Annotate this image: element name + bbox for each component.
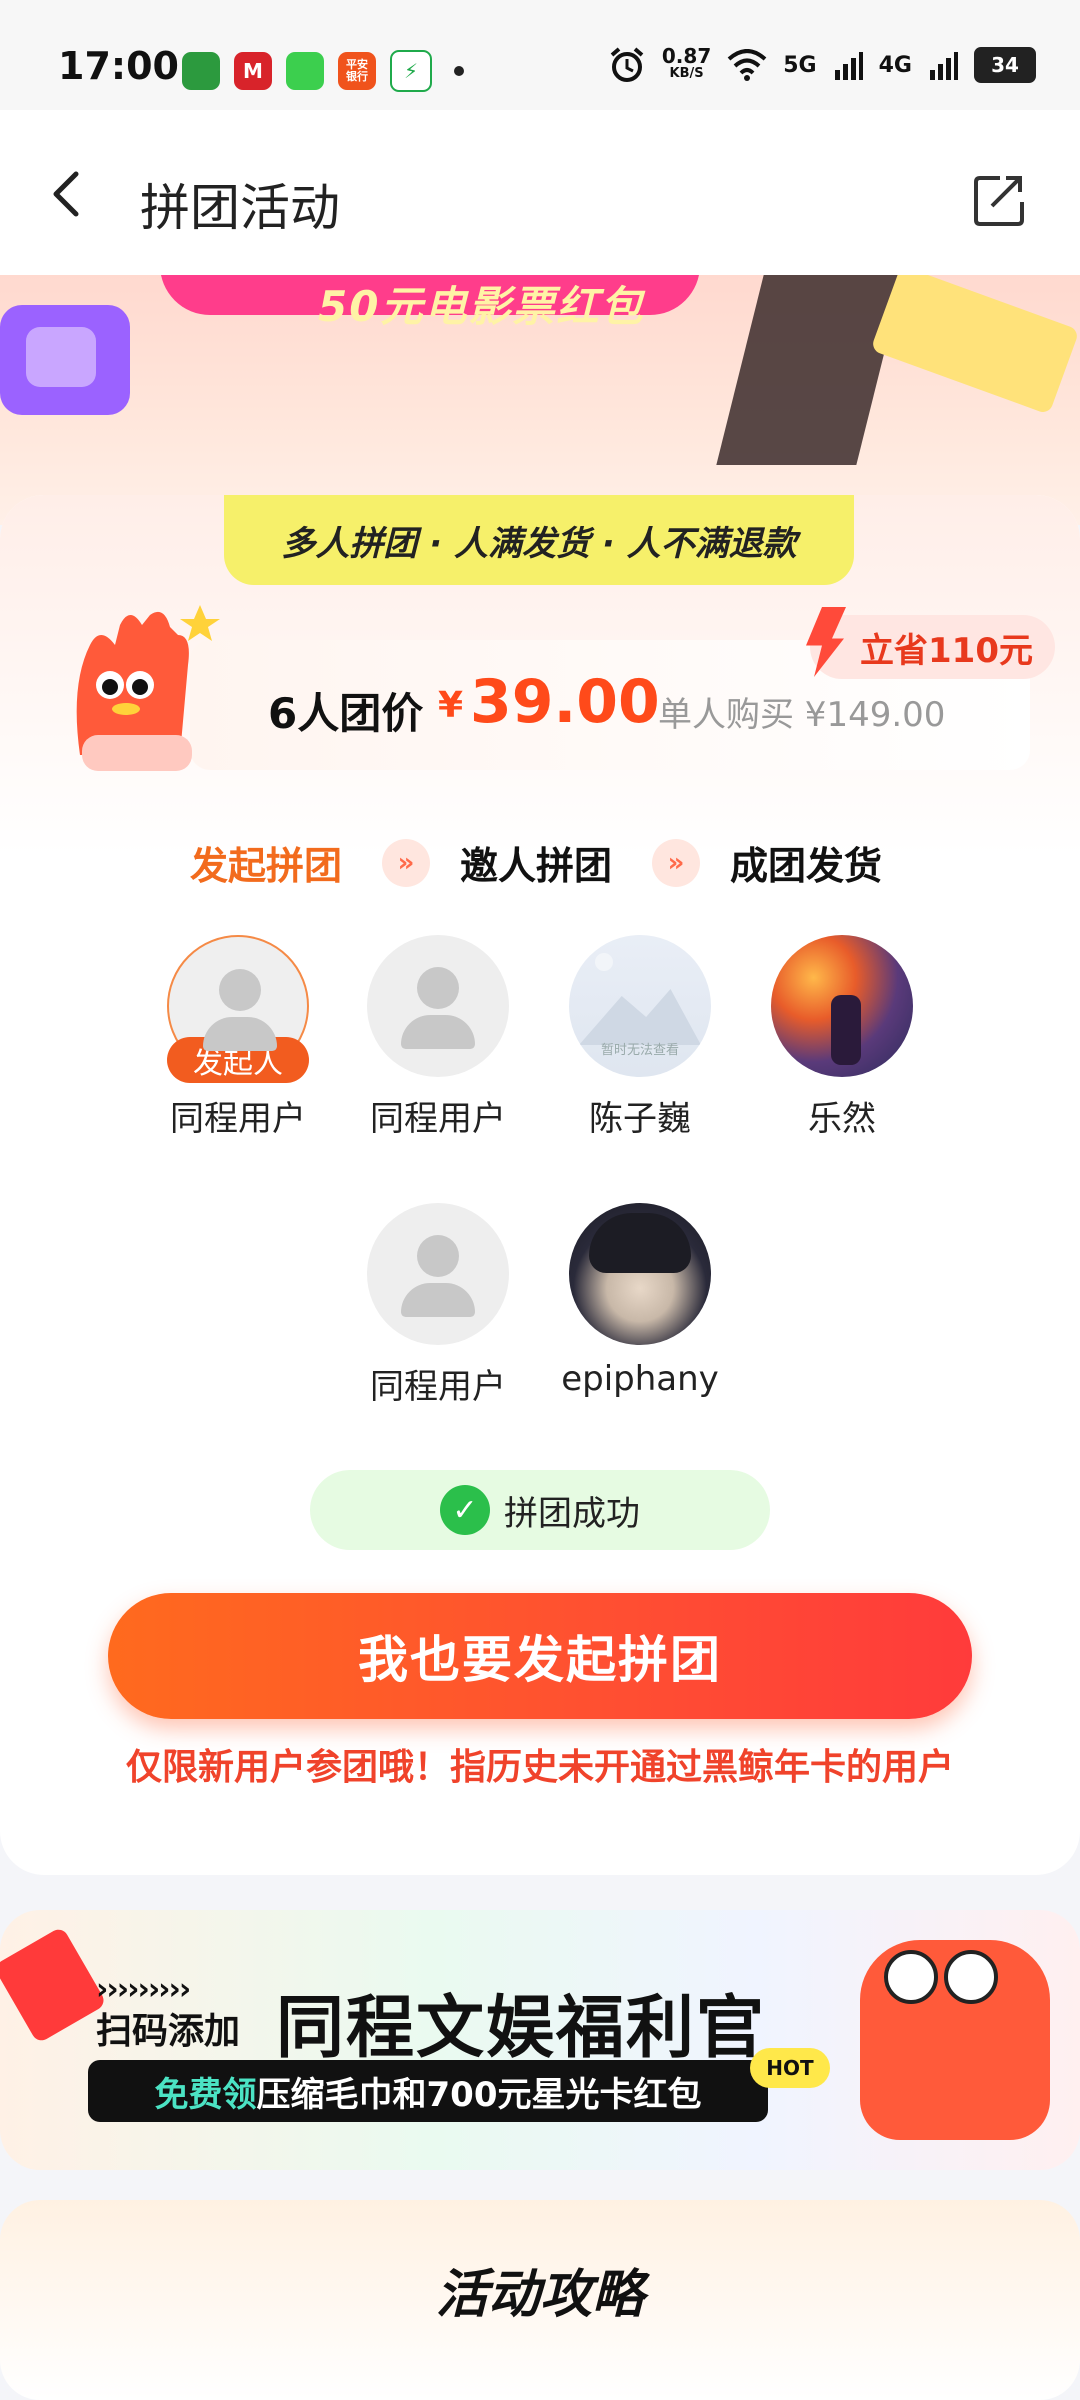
nav-bar: 拼团活动 (0, 110, 1080, 275)
promo-highlight: 免费领 (154, 2074, 257, 2115)
member-name: 同程用户 (370, 1367, 506, 1407)
promo-small-text: 扫码添加 (96, 2011, 241, 2052)
glove-mascot-icon (76, 605, 220, 771)
group-buy-card: 多人拼团 · 人满发货 · 人不满退款 6人团价 ¥ 39.00 单人购买 ¥1… (0, 495, 1080, 1875)
signal-5g-icon: 5G (783, 52, 817, 78)
hero-banner-text: 50元电影票红包 (318, 282, 645, 331)
new-user-notice: 仅限新用户参团哦！指历史未开通过黑鲸年卡的用户 (125, 1747, 954, 1788)
promo-banner[interactable]: ››››››››› 扫码添加 同程文娱福利官 免费领 压缩毛巾和700元星光卡红… (0, 1910, 1080, 2170)
battery-icon: 34 (974, 47, 1036, 83)
chevron-double-right-icon: » (382, 839, 430, 887)
notification-dot-icon (454, 66, 464, 76)
group-price-label: 6人团价 (268, 689, 424, 738)
messages-app-icon (286, 52, 324, 90)
member-item[interactable]: 发起人 同程用户 (158, 935, 318, 1140)
status-app-icons: M 平安 银行 ⚡ (182, 50, 464, 92)
signal-bars-icon (834, 52, 863, 80)
pingan-bank-icon: 平安 银行 (338, 52, 376, 90)
status-bar: 17:00 M 平安 银行 ⚡ 0.87 KB/S 5G 4G 34 (0, 0, 1080, 110)
currency-symbol: ¥ (438, 685, 464, 726)
member-item[interactable]: epiphany (560, 1203, 720, 1399)
metro-app-icon: M (234, 52, 272, 90)
security-app-icon: ⚡ (390, 50, 432, 92)
wifi-icon (727, 49, 767, 81)
signal-bars-2-icon (930, 52, 958, 80)
chevron-double-right-icon: » (652, 839, 700, 887)
page-title: 拼团活动 (140, 179, 340, 237)
member-name: 乐然 (808, 1099, 876, 1139)
step-invite-friends: 邀人拼团 (460, 844, 613, 888)
group-price: 39.00 (470, 667, 660, 737)
avatar (367, 935, 509, 1077)
member-name: epiphany (561, 1359, 719, 1399)
movie-ticket-icon (870, 275, 1080, 415)
avatar (569, 1203, 711, 1345)
status-indicators: 0.87 KB/S 5G 4G 34 (608, 46, 1036, 84)
hero-banner: 50元电影票红包 (0, 275, 1080, 525)
mascot-eye (944, 1950, 998, 2004)
avatar-placeholder-text: 暂时无法查看 (600, 1043, 679, 1058)
member-item[interactable]: 乐然 (762, 935, 922, 1140)
net-speed: 0.87 KB/S (662, 46, 711, 83)
save-badge: 立省110元 (810, 615, 1055, 679)
status-time: 17:00 (58, 44, 179, 88)
avatar: 暂时无法查看 (569, 935, 711, 1077)
group-status-text: 拼团成功 (504, 1493, 640, 1534)
alarm-icon (610, 47, 644, 82)
promo-subtitle: 免费领 压缩毛巾和700元星光卡红包 (88, 2060, 768, 2122)
share-button[interactable] (970, 170, 1030, 230)
step-ship: 成团发货 (730, 844, 883, 888)
start-group-button[interactable]: 我也要发起拼团 (108, 1593, 972, 1719)
mascot-eye (884, 1950, 938, 2004)
step-start-group: 发起拼团 (190, 844, 343, 888)
initiator-tag: 发起人 (167, 1037, 309, 1083)
avatar (771, 935, 913, 1077)
promo-bar-text: 压缩毛巾和700元星光卡红包 (256, 2074, 702, 2115)
promo-title: 同程文娱福利官 (276, 1989, 767, 2068)
member-item[interactable]: 暂时无法查看 陈子巍 (560, 935, 720, 1140)
avatar: 发起人 (167, 935, 309, 1083)
strategy-card: 活动攻略 (0, 2200, 1080, 2400)
member-item[interactable]: 同程用户 (358, 1203, 518, 1408)
calendar-app-icon (182, 52, 220, 90)
back-button[interactable] (38, 164, 98, 224)
avatar (367, 1203, 509, 1345)
mountain-icon (579, 989, 701, 1045)
red-envelope-icon (0, 1926, 108, 2044)
member-name: 同程用户 (370, 1099, 506, 1139)
tv-mascot-icon (0, 305, 130, 415)
strategy-title: 活动攻略 (435, 2265, 644, 2325)
signal-4g-icon: 4G (878, 52, 912, 78)
single-price: 单人购买 ¥149.00 (658, 695, 946, 735)
check-circle-icon: ✓ (440, 1485, 490, 1535)
member-name: 陈子巍 (589, 1099, 691, 1139)
sun-icon (595, 953, 613, 971)
hot-badge: HOT (750, 2048, 830, 2088)
group-steps: 发起拼团 » 邀人拼团 » 成团发货 (0, 835, 1080, 905)
member-item[interactable]: 同程用户 (358, 935, 518, 1140)
group-status-pill: ✓ 拼团成功 (310, 1470, 770, 1550)
battery-level: 34 (991, 53, 1019, 77)
tagline: 多人拼团 · 人满发货 · 人不满退款 (224, 495, 854, 585)
film-strip-icon (716, 275, 904, 465)
mascot-icon (860, 1940, 1050, 2140)
member-name: 同程用户 (170, 1099, 306, 1139)
